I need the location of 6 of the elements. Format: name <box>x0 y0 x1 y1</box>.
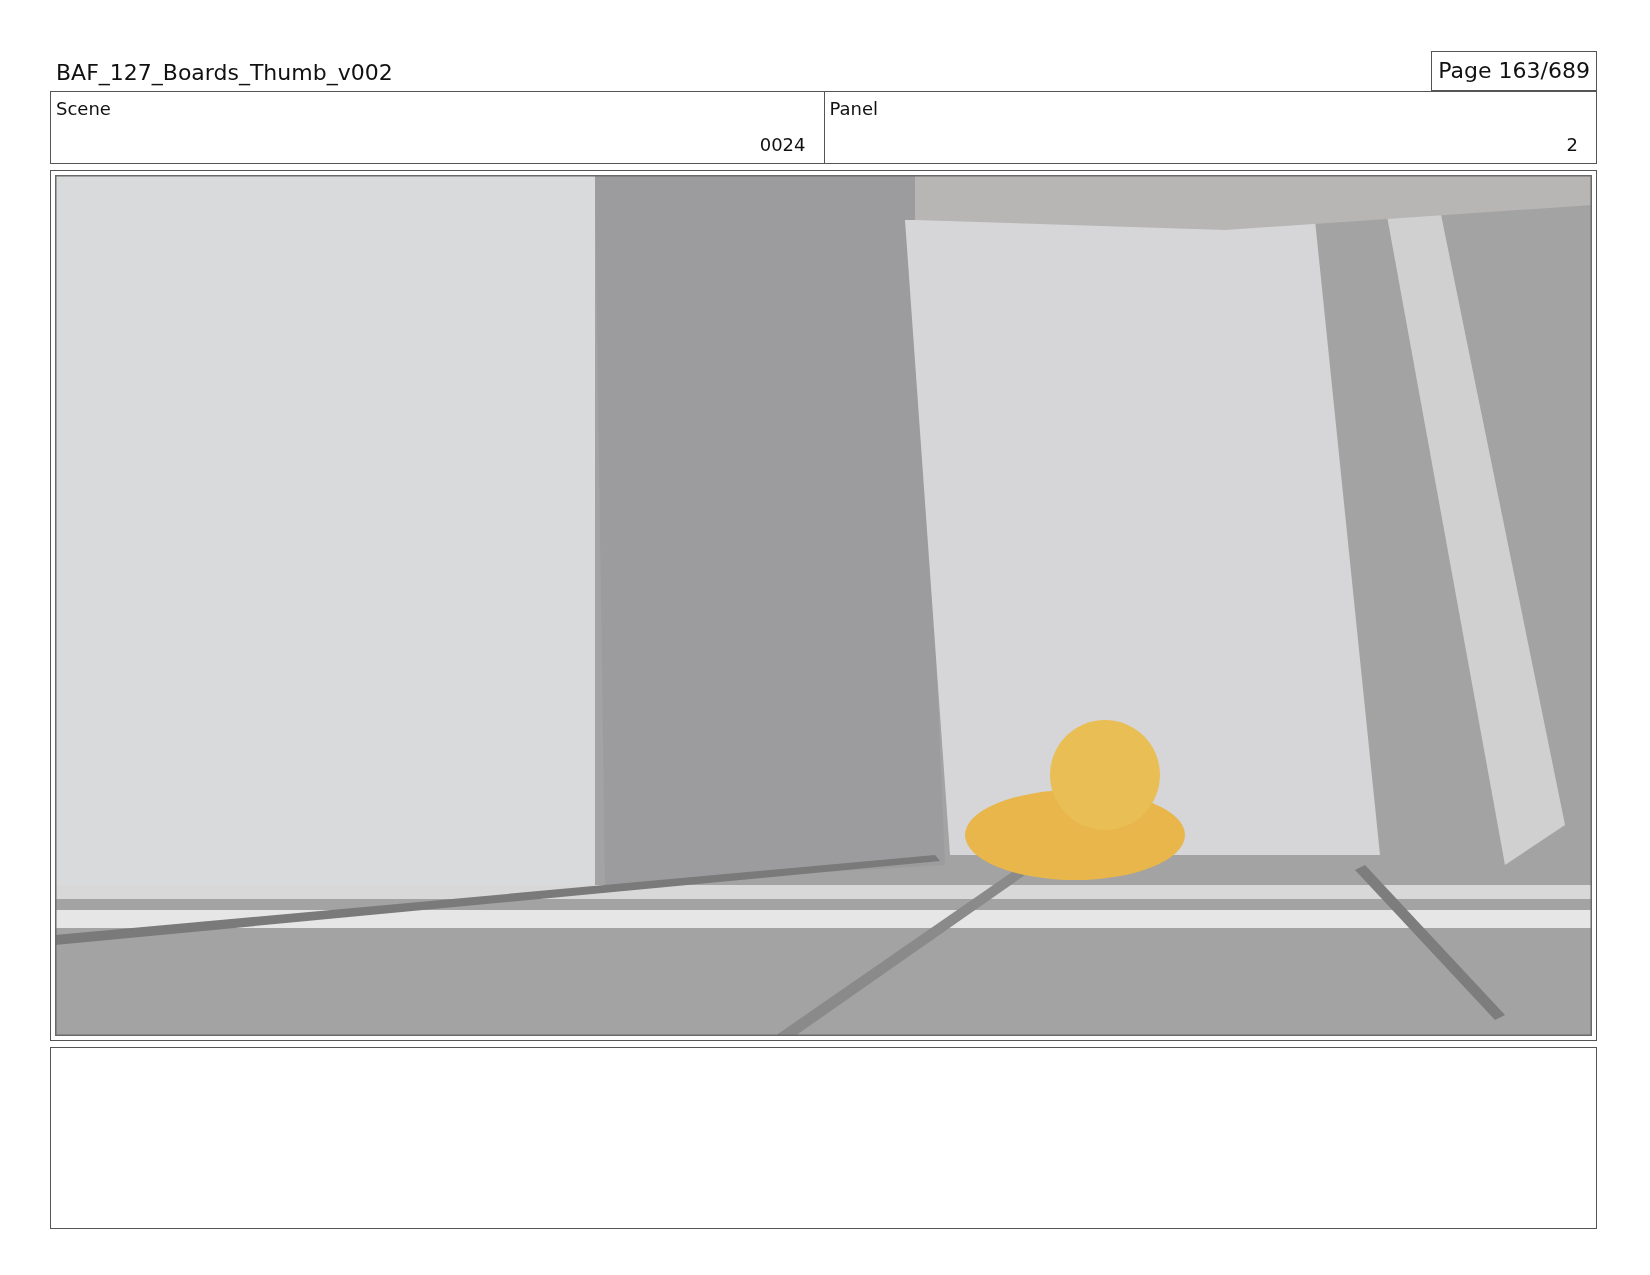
field-label: Panel <box>829 98 879 119</box>
field-value: 2 <box>1566 134 1578 155</box>
field-label: Scene <box>56 98 111 119</box>
field-value: 0024 <box>759 134 806 155</box>
page-number: Page 163/689 <box>1431 51 1597 91</box>
board-title: BAF_127_Boards_Thumb_v002 <box>55 60 393 88</box>
